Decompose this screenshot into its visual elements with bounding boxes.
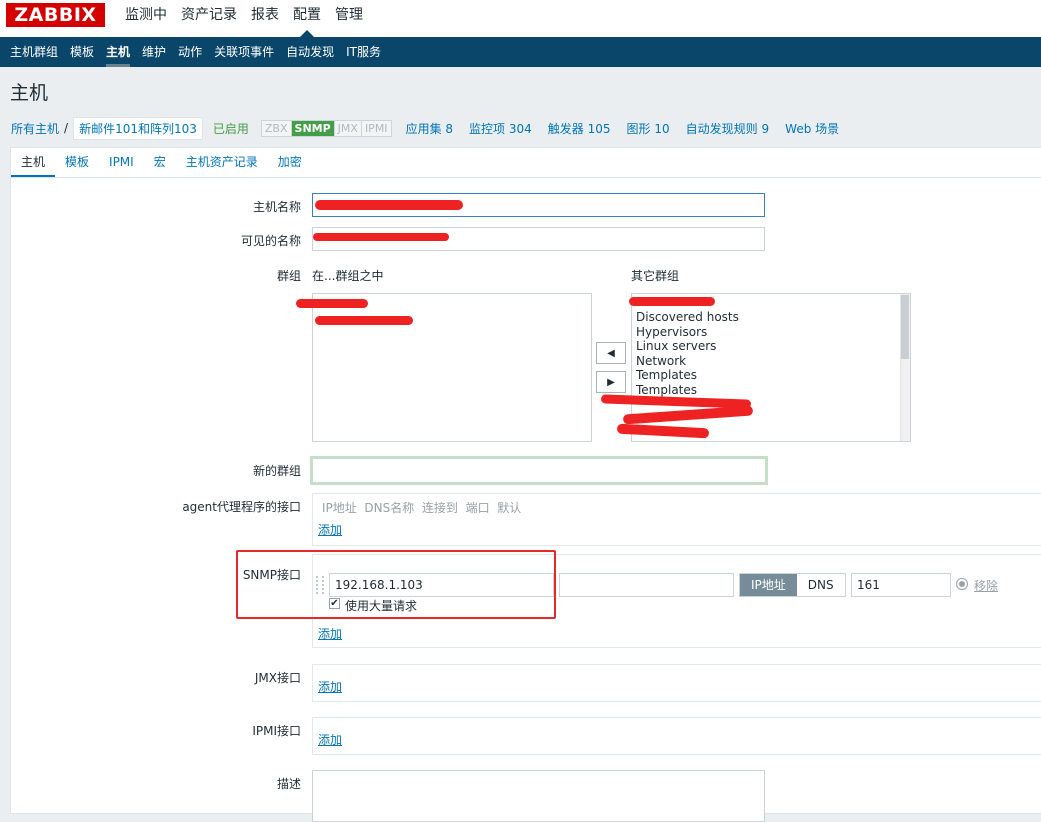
new-group-input[interactable]	[310, 456, 768, 485]
breadcrumb-current-host[interactable]: 新邮件101和阵列103	[73, 116, 203, 140]
page-title: 主机	[10, 82, 49, 104]
link-items[interactable]: 监控项 304	[469, 120, 532, 137]
tabs-divider	[11, 177, 1041, 178]
jmx-interface-label: JMX接口	[254, 671, 301, 685]
move-left-button[interactable]: ◀	[596, 342, 626, 364]
connect-to-toggle: IP地址 DNS	[739, 573, 846, 597]
menu-inventory[interactable]: 资产记录	[174, 0, 244, 37]
subnav-hosts[interactable]: 主机	[100, 37, 136, 67]
tab-encryption[interactable]: 加密	[268, 148, 312, 178]
list-item[interactable]: Hypervisors	[636, 325, 906, 340]
description-label: 描述	[276, 777, 301, 791]
menu-reports[interactable]: 报表	[244, 0, 286, 37]
host-form-panel: 主机 模板 IPMI 宏 主机资产记录 加密 主机名称 可见的名称 群组 在..…	[10, 147, 1041, 822]
visible-name-label: 可见的名称	[240, 234, 301, 248]
connect-ip-button[interactable]: IP地址	[740, 574, 797, 596]
subnav-templates[interactable]: 模板	[64, 37, 100, 67]
interface-columns: IP地址 DNS名称 连接到 端口 默认	[322, 501, 522, 515]
list-item[interactable]: Templates	[636, 368, 906, 383]
subnav-maintenance[interactable]: 维护	[136, 37, 172, 67]
list-item[interactable]: Templates	[636, 383, 906, 398]
move-right-button[interactable]: ▶	[596, 371, 626, 393]
ipmi-interface-label: IPMI接口	[252, 724, 301, 738]
ipmi-interface-box	[312, 717, 1041, 755]
groups-label: 群组	[276, 269, 301, 283]
breadcrumb-separator: /	[64, 121, 69, 135]
default-radio[interactable]	[956, 578, 968, 590]
host-name-label: 主机名称	[252, 200, 301, 214]
list-item[interactable]: Discovered hosts	[636, 310, 906, 325]
link-triggers[interactable]: 触发器 105	[548, 120, 611, 137]
menu-monitoring[interactable]: 监测中	[118, 0, 174, 37]
redaction-mark	[315, 200, 463, 210]
redaction-mark	[315, 316, 413, 325]
tab-host[interactable]: 主机	[11, 148, 56, 178]
zabbix-logo[interactable]: ZABBIX	[6, 3, 105, 27]
scrollbar-thumb[interactable]	[901, 295, 909, 359]
top-header: ZABBIX 监测中 资产记录 报表 配置 管理	[0, 0, 1041, 37]
menu-configuration[interactable]: 配置	[286, 0, 328, 37]
jmx-availability: JMX	[334, 120, 362, 136]
tab-macros[interactable]: 宏	[144, 148, 176, 178]
menu-administration[interactable]: 管理	[328, 0, 370, 37]
in-groups-label: 在...群组之中	[312, 269, 384, 283]
add-snmp-interface-link[interactable]: 添加	[318, 625, 342, 642]
redaction-mark	[313, 233, 449, 241]
radio-dot-icon	[959, 581, 965, 587]
snmp-availability: SNMP	[291, 120, 335, 136]
breadcrumb: 所有主机 / 新邮件101和阵列103 已启用 ZBX SNMP JMX IPM…	[11, 116, 855, 140]
main-menu: 监测中 资产记录 报表 配置 管理	[118, 0, 370, 37]
snmp-dns-input[interactable]	[559, 573, 734, 597]
other-groups-label: 其它群组	[631, 269, 680, 283]
ipmi-availability: IPMI	[361, 120, 391, 136]
remove-interface-link[interactable]: 移除	[974, 577, 998, 594]
new-group-label: 新的群组	[252, 464, 301, 478]
description-textarea[interactable]	[312, 770, 765, 822]
agent-interface-label: agent代理程序的接口	[182, 500, 301, 514]
tab-inventory[interactable]: 主机资产记录	[176, 148, 268, 178]
status-badge[interactable]: 已启用	[213, 120, 249, 137]
snmp-port-input[interactable]: 161	[851, 573, 951, 597]
link-graphs[interactable]: 图形 10	[627, 120, 670, 137]
list-item[interactable]: Network	[636, 354, 906, 369]
redaction-mark	[296, 299, 368, 308]
subnav-host-groups[interactable]: 主机群组	[4, 37, 64, 67]
link-web-scenarios[interactable]: Web 场景	[785, 120, 839, 137]
redaction-mark	[629, 297, 715, 306]
breadcrumb-all-hosts[interactable]: 所有主机	[11, 120, 59, 137]
link-discovery-rules[interactable]: 自动发现规则 9	[686, 120, 769, 137]
add-ipmi-interface-link[interactable]: 添加	[318, 731, 342, 748]
add-agent-interface-link[interactable]: 添加	[318, 521, 342, 538]
form-tabs: 主机 模板 IPMI 宏 主机资产记录 加密	[11, 148, 312, 178]
listbox-scrollbar[interactable]	[900, 294, 910, 441]
subnav-event-correlation[interactable]: 关联项事件	[208, 37, 280, 67]
sub-navigation: 主机群组 模板 主机 维护 动作 关联项事件 自动发现 IT服务	[0, 37, 1041, 67]
zbx-availability: ZBX	[261, 120, 292, 136]
tab-templates[interactable]: 模板	[55, 148, 99, 178]
connect-dns-button[interactable]: DNS	[796, 574, 845, 596]
availability-indicators: ZBX SNMP JMX IPMI	[260, 119, 392, 137]
subnav-it-services[interactable]: IT服务	[340, 37, 387, 67]
subnav-actions[interactable]: 动作	[172, 37, 208, 67]
subnav-discovery[interactable]: 自动发现	[280, 37, 340, 67]
annotation-highlight-box	[236, 550, 556, 619]
add-jmx-interface-link[interactable]: 添加	[318, 678, 342, 695]
link-applications[interactable]: 应用集 8	[406, 120, 453, 137]
tab-ipmi[interactable]: IPMI	[99, 148, 144, 178]
list-item[interactable]: Linux servers	[636, 339, 906, 354]
jmx-interface-box	[312, 664, 1041, 702]
